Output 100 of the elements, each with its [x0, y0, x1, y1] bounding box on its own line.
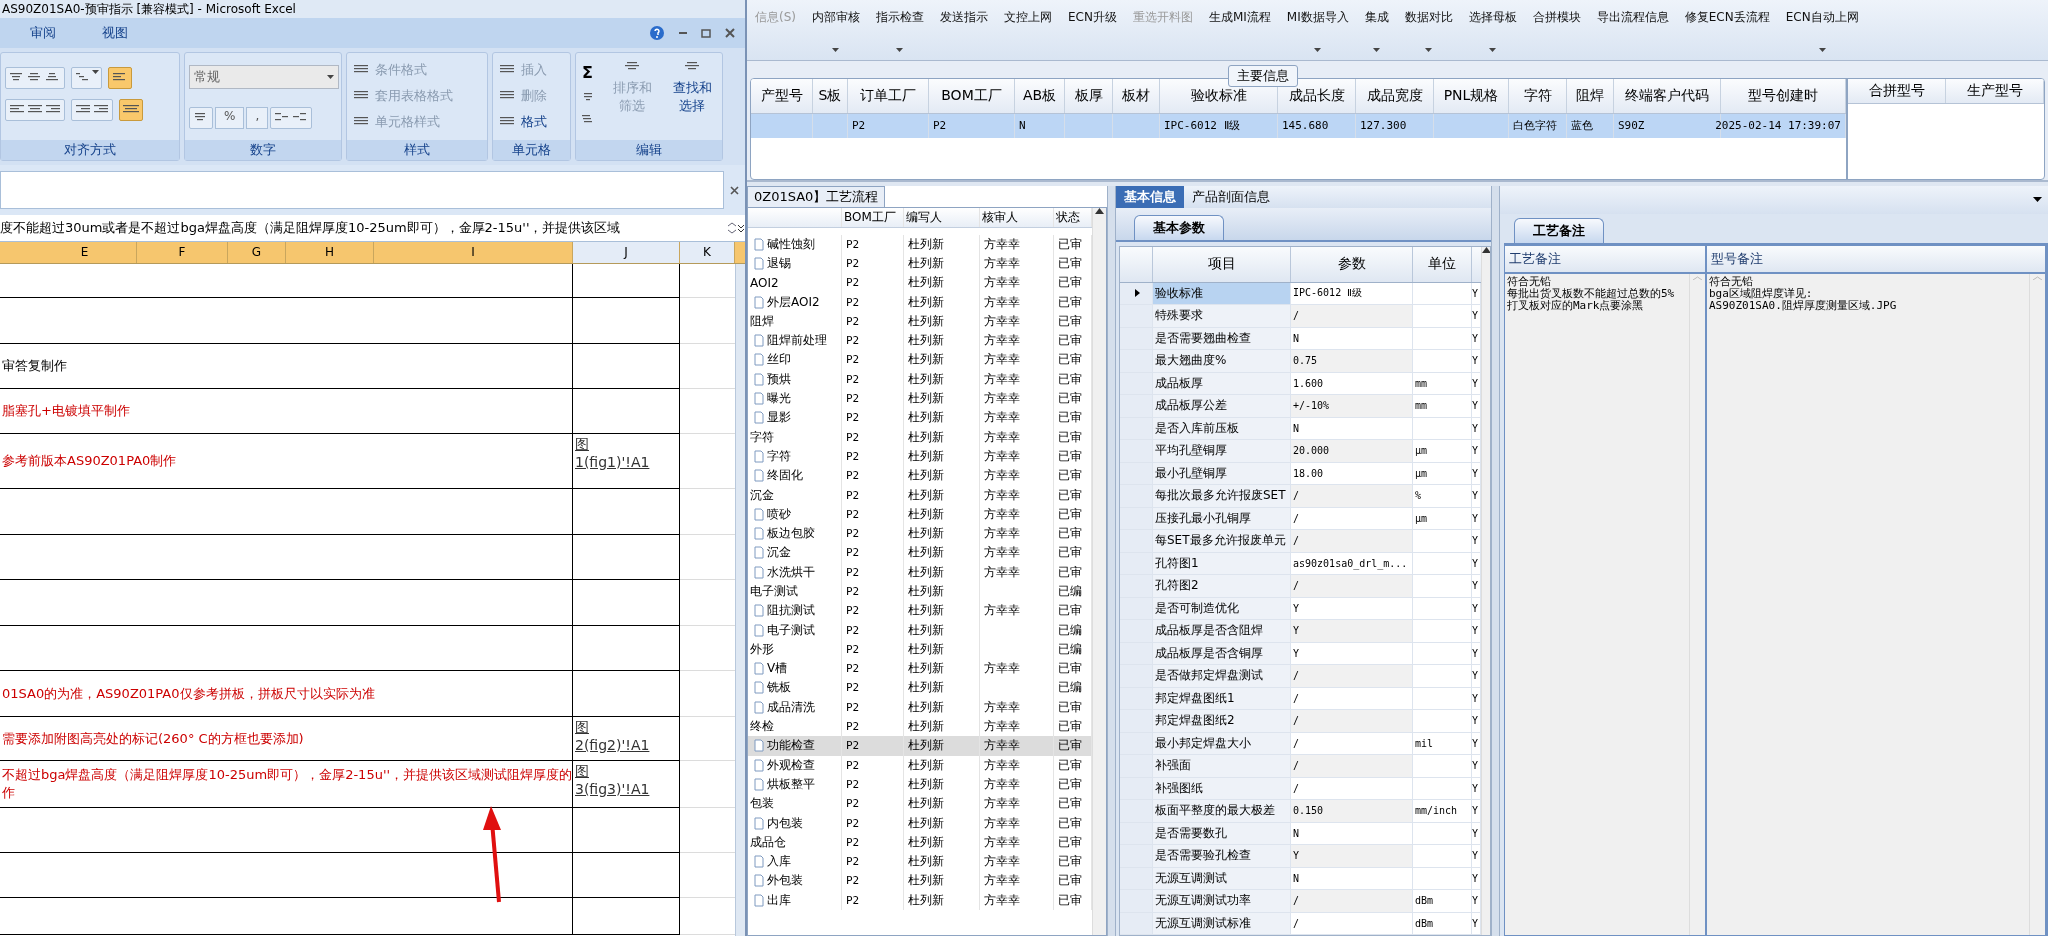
- autosum-button[interactable]: Σ: [580, 61, 598, 84]
- close-icon[interactable]: [725, 28, 735, 38]
- sheet-cell[interactable]: [573, 264, 680, 298]
- sheet-cell[interactable]: [0, 580, 573, 626]
- formula-text[interactable]: 度不能超过30um或者是不超过bga焊盘高度（满足阻焊厚度10-25um即可），金厚2-15u''，并提供该区域: [0, 219, 725, 237]
- ribbon-button[interactable]: 查找和选择: [666, 57, 718, 136]
- column-header[interactable]: 参数: [1337, 255, 1366, 273]
- column-header[interactable]: G: [228, 242, 286, 263]
- tree-row[interactable]: 退锡 P2 杜列新 方幸幸 已审: [748, 253, 1092, 274]
- toolbar-button[interactable]: 选择母板: [1460, 6, 1525, 60]
- column-header[interactable]: J: [573, 242, 680, 263]
- scrollbar[interactable]: [1092, 207, 1106, 935]
- column-header[interactable]: 状态: [1056, 208, 1080, 226]
- ribbon-button[interactable]: 格式: [497, 111, 566, 133]
- table-row[interactable]: 邦定焊盘图纸1 / Y: [1120, 687, 1481, 710]
- column-header[interactable]: 合拼型号: [1868, 81, 1925, 100]
- toolbar-button[interactable]: 文控上网: [996, 6, 1060, 60]
- toolbar-button[interactable]: 合拼模块: [1524, 6, 1589, 60]
- sheet-cell[interactable]: 需要添加附图高亮处的标记(260° C的方框也要添加): [0, 717, 573, 761]
- tree-row[interactable]: 预烘 P2 杜列新 方幸幸 已审: [748, 369, 1092, 389]
- toolbar-button[interactable]: 指示检查: [868, 6, 932, 60]
- sheet-cell[interactable]: 01SA0的为准，AS90Z01PA0仅参考拼板，拼板尺寸以实际为准: [0, 671, 573, 717]
- column-header[interactable]: 终端客户代码: [1625, 86, 1709, 105]
- column-header[interactable]: BOM工厂: [941, 86, 1002, 105]
- tree-row[interactable]: 碱性蚀刻 P2 杜列新 方幸幸 已审: [748, 234, 1092, 254]
- restore-icon[interactable]: [701, 28, 711, 38]
- table-row[interactable]: 孔符图2 / Y: [1120, 575, 1481, 598]
- sheet-cell[interactable]: [573, 898, 680, 935]
- scroll-up-icon[interactable]: [1482, 246, 1490, 253]
- scroll-up-icon[interactable]: [1095, 207, 1104, 214]
- scrollbar[interactable]: [1481, 246, 1490, 935]
- ribbon-tab[interactable]: 审阅: [24, 22, 62, 44]
- scrollbar[interactable]: [2029, 273, 2045, 935]
- sheet-cell[interactable]: [0, 264, 573, 298]
- tree-row[interactable]: 丝印 P2 杜列新 方幸幸 已审: [748, 350, 1092, 370]
- table-row[interactable]: 补强面 / Y: [1120, 755, 1481, 778]
- toolbar-button[interactable]: 生成MI流程: [1200, 6, 1279, 60]
- column-header[interactable]: 板材: [1122, 86, 1150, 105]
- table-row[interactable]: 无源互调测试 N Y: [1120, 867, 1481, 890]
- column-header[interactable]: E: [33, 242, 137, 263]
- tree-row[interactable]: 水洗烘干 P2 杜列新 方幸幸 已审: [748, 562, 1092, 582]
- tree-row[interactable]: 出库 P2 杜列新 方幸幸 已审: [748, 890, 1092, 910]
- table-row[interactable]: 验收标准 IPC-6012 Ⅱ级 Y: [1120, 282, 1481, 305]
- table-row[interactable]: 无源互调测试功率 / dBm Y: [1120, 890, 1481, 913]
- sheet-cell[interactable]: [0, 489, 573, 535]
- number-style-button[interactable]: %: [215, 107, 245, 129]
- column-header[interactable]: 项目: [1207, 255, 1236, 273]
- table-row[interactable]: 是否需要翘曲检查 N Y: [1120, 327, 1481, 350]
- scrollbar[interactable]: [735, 264, 745, 936]
- tree-row[interactable]: 终固化 P2 杜列新 方幸幸 已审: [748, 466, 1092, 486]
- table-row[interactable]: 补强图纸 / Y: [1120, 777, 1481, 800]
- sheet-cell[interactable]: 图 1(fig1)'!A1: [573, 434, 680, 489]
- number-format-dropdown[interactable]: 常规: [189, 65, 339, 89]
- table-row[interactable]: 每SET最多允许报废单元 / Y: [1120, 530, 1481, 553]
- column-header[interactable]: 单位: [1428, 255, 1456, 273]
- column-header[interactable]: 核审人: [982, 208, 1018, 226]
- sheet-cell[interactable]: [573, 489, 680, 535]
- table-row[interactable]: 成品板厚公差 +/-10% mm Y: [1120, 395, 1481, 418]
- toolbar-button[interactable]: ECN升级: [1060, 6, 1125, 60]
- tree-row[interactable]: 外观检查 P2 杜列新 方幸幸 已审: [748, 755, 1092, 775]
- column-header[interactable]: 成品长度: [1288, 86, 1345, 105]
- table-row[interactable]: 是否做邦定焊盘测试 / Y: [1120, 665, 1481, 688]
- tree-row[interactable]: 沉金 P2 杜列新 方幸幸 已审: [748, 543, 1092, 563]
- table-row[interactable]: 每批次最多允许报废SET / % Y: [1120, 485, 1481, 508]
- table-row[interactable]: 是否可制造优化 Y Y: [1120, 597, 1481, 620]
- table-row[interactable]: 板面平整度的最大极差 0.150 mm/inch Y: [1120, 800, 1481, 823]
- tree-row[interactable]: 铣板 P2 杜列新 已编: [748, 678, 1092, 698]
- table-row[interactable]: 成品板厚是否含铜厚 Y Y: [1120, 642, 1481, 665]
- tree-row[interactable]: 入库 P2 杜列新 方幸幸 已审: [748, 852, 1092, 872]
- column-header[interactable]: 型号创建时: [1748, 86, 1818, 105]
- column-header[interactable]: BOM工厂: [844, 208, 896, 226]
- table-row[interactable]: 最小邦定焊盘大小 / mil Y: [1120, 732, 1481, 755]
- table-row[interactable]: 是否需要验孔检查 Y Y: [1120, 845, 1481, 868]
- tree-row[interactable]: 外包装 P2 杜列新 方幸幸 已审: [748, 871, 1092, 891]
- expand-icon[interactable]: [725, 220, 745, 236]
- toolbar-button[interactable]: 导出流程信息: [1588, 6, 1677, 60]
- table-row[interactable]: 邦定焊盘图纸2 / Y: [1120, 710, 1481, 733]
- tab[interactable]: 产品剖面信息: [1184, 185, 1278, 208]
- sheet-cell[interactable]: [573, 298, 680, 344]
- table-row[interactable]: 无源互调测试标准 / dBm Y: [1120, 912, 1481, 935]
- sheet-cell[interactable]: 参考前版本AS90Z01PA0制作: [0, 434, 573, 489]
- tree-row[interactable]: 阻抗测试 P2 杜列新 方幸幸 已审: [748, 601, 1092, 621]
- minimize-icon[interactable]: [679, 31, 687, 35]
- table-row[interactable]: 特殊要求 / Y: [1120, 305, 1481, 328]
- sheet-cell[interactable]: 脂塞孔+电镀填平制作: [0, 389, 573, 434]
- hyperlink[interactable]: 图 3(fig3)'!A1: [575, 763, 650, 797]
- ribbon-tab[interactable]: 视图: [96, 22, 134, 44]
- tree-row[interactable]: 内包装 P2 杜列新 方幸幸 已审: [748, 813, 1092, 833]
- tree-row[interactable]: 显影 P2 杜列新 方幸幸 已审: [748, 408, 1092, 428]
- hyperlink[interactable]: 图 2(fig2)'!A1: [575, 719, 650, 753]
- table-row[interactable]: 孔符图1 as90z01sa0_drl_m... Y: [1120, 552, 1481, 575]
- column-header[interactable]: 验收标准: [1190, 86, 1247, 105]
- column-header[interactable]: 生产型号: [1966, 81, 2023, 100]
- sheet-cell[interactable]: [573, 626, 680, 671]
- sheet-cell[interactable]: [0, 535, 573, 580]
- sheet-cell[interactable]: 不超过bga焊盘高度（满足阻焊厚度10-25um即可），金厚2-15u''，并提供该区域测试阻焊厚度的 作: [0, 761, 573, 808]
- column-header[interactable]: 阻焊: [1576, 86, 1604, 105]
- help-icon[interactable]: [649, 25, 665, 41]
- sheet-cell[interactable]: [573, 671, 680, 717]
- column-header[interactable]: 编写人: [906, 208, 942, 226]
